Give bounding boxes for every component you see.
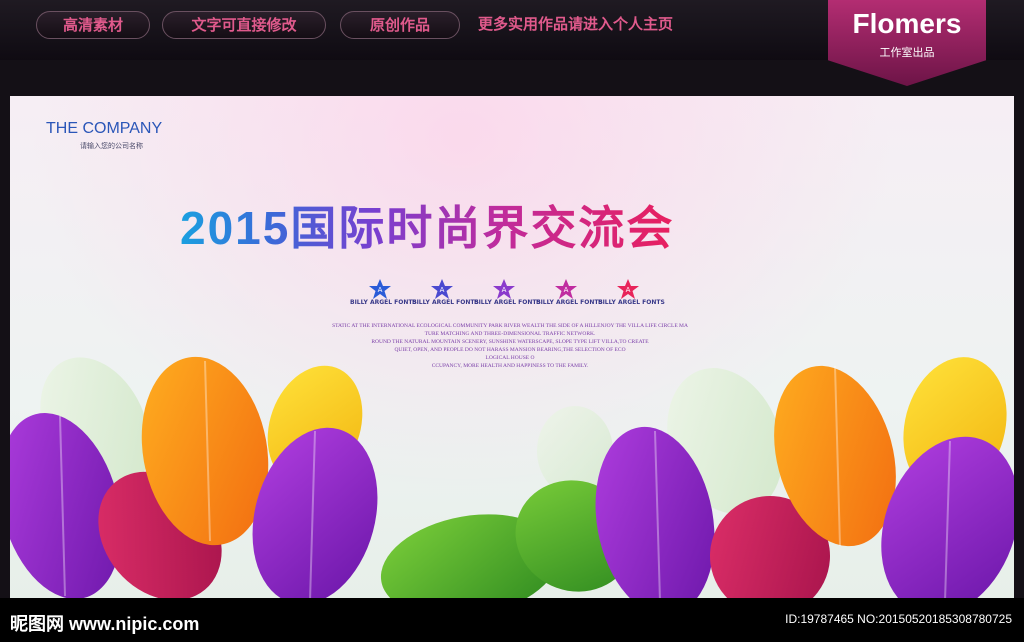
brand-badge: Flomers 工作室出品 <box>828 0 986 86</box>
site-watermark: 昵图网 www.nipic.com <box>10 614 200 634</box>
leaves-illustration <box>10 356 1014 598</box>
homepage-link[interactable]: 更多实用作品请进入个人主页 <box>478 11 673 37</box>
tag-original-work[interactable]: 原创作品 <box>340 11 460 39</box>
footer-bar: 昵图网 www.nipic.com ID:19787465 NO:2015052… <box>0 598 1024 642</box>
image-id: ID:19787465 NO:20150520185308780725 <box>785 612 1012 626</box>
tag-editable-text[interactable]: 文字可直接修改 <box>162 11 326 39</box>
tag-hd-material[interactable]: 高清素材 <box>36 11 150 39</box>
brand-title: Flomers <box>852 8 962 39</box>
brand-subtitle: 工作室出品 <box>879 46 935 59</box>
poster-image: THE COMPANY 请输入您的公司名称 2015国际时尚界交流会 A BIL… <box>10 96 1014 598</box>
